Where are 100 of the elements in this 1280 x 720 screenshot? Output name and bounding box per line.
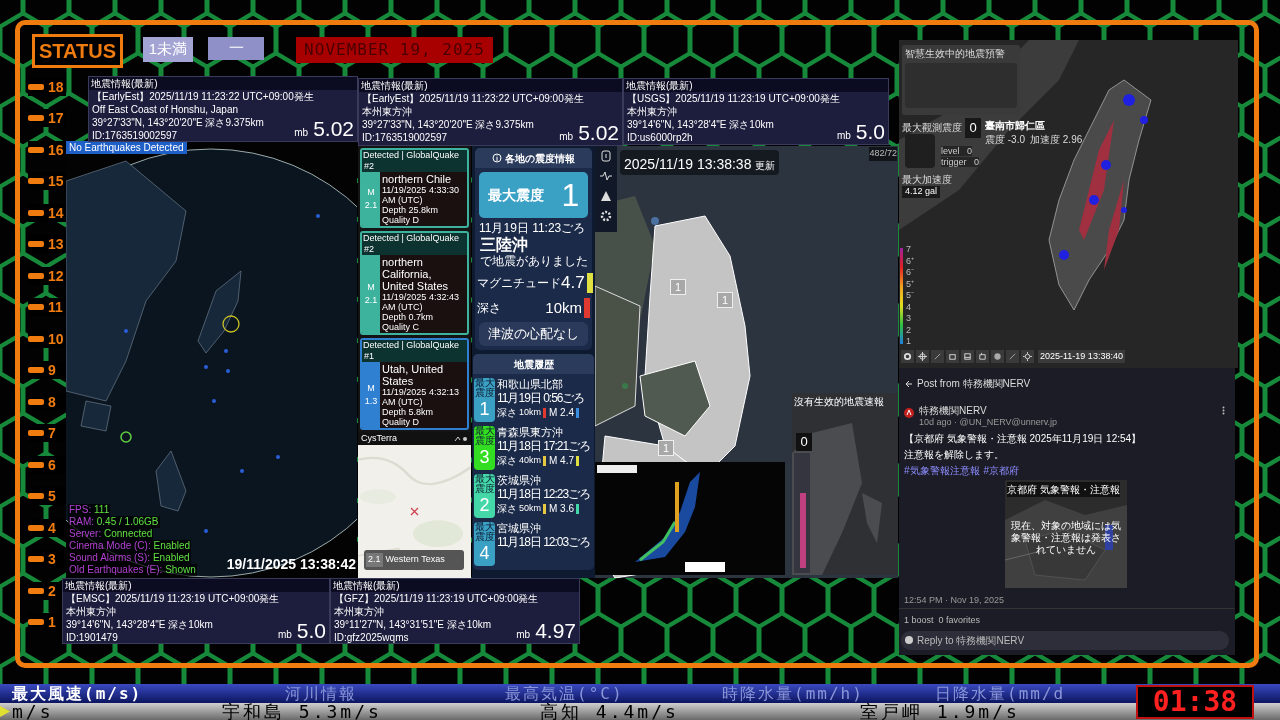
hashtag-link[interactable]: #京都府 [983,463,1020,478]
history-magnitude: M 2.4 [549,406,575,420]
badge-label: 最大震度 [474,378,495,398]
tick-mark [28,115,44,122]
source-line: 【USGS】2025/11/19 11:23:19 UTC+09:00発生 [627,92,840,105]
event-depth: Depth 0.7km [382,312,434,322]
card-title: 智慧生效中的地震預警 [905,48,1006,60]
max-accel-value: 4.12 gal [902,186,941,198]
tick-mark [28,493,44,500]
event-time: 11/19/2025 4:33:30 AM (UTC) [382,185,460,205]
value-label: マグニチュード [477,275,561,292]
tick-mark [28,304,44,311]
panel-button[interactable] [961,350,974,363]
magnitude-unit: mb [836,129,851,143]
post-text: 【京都府 気象警報・注意報 2025年11月19日 12:54】 [904,432,1142,446]
ticker-label: 最大風速(m/s) [12,684,143,703]
slash-button[interactable] [931,350,944,363]
slash-button[interactable] [1006,350,1019,363]
tick-mark [28,430,44,437]
badge-label: 最大震度 [474,522,495,542]
ruler-number: 11 [48,300,63,315]
history-time: 11月18日 12:03ごろ [497,535,592,549]
magnitude-value: 4.97 [535,619,576,643]
post-header: Post from 特務機関NERV [917,377,1031,391]
m-label: M [367,381,375,395]
scale-number: 6⁻ [906,267,914,277]
history-time: 11月18日 12:23ごろ [497,487,592,501]
sun-button[interactable] [1021,350,1034,363]
location-button[interactable] [916,350,929,363]
region-text: Off East Coast of Honshu, Japan [92,103,238,116]
author-handle: 10d ago · @UN_NERV@unnerv.jp [919,416,1057,429]
event-source: Detected | GlobalQuake [362,340,460,351]
sun-icon [1023,352,1032,361]
tick-mark [28,272,44,279]
card-title: 地震情報(最新) [63,579,329,592]
history-magnitude: M 4.7 [549,454,575,468]
favorite-count: 0 favorites [938,614,981,627]
m-label: M [367,185,375,199]
magnitude-unit: mb [277,628,292,642]
history-title: 地震履歴 [473,354,594,374]
event-quality: Quality D [382,215,419,225]
ruler-number: 15 [48,174,64,189]
calendar-button[interactable] [976,350,989,363]
tick-mark [28,618,44,625]
empty-intensity-box [905,134,935,168]
ruler-number: 7 [48,426,56,441]
magnitude-unit: mb [294,126,309,140]
boost-count: 1 boost [904,614,934,627]
tick-mark [28,146,44,153]
event-time: 11月19日 11:23ごろ [478,221,587,235]
window-button[interactable] [946,350,959,363]
tick-mark [28,178,44,185]
reply-field[interactable]: Reply to 特務機関NERV [901,631,1229,650]
card-title: 地震情報(最新) [624,79,888,92]
depth-label: 深さ [497,454,517,468]
max-accel-label: 最大加速度 [902,173,952,187]
image-message: 現在、対象の地域には気象警報・注意報は発表されていません [1010,520,1122,556]
event-time: 11/19/2025 4:32:43 AM (UTC) [382,292,460,312]
scale-number: 4 [906,301,912,312]
event-source: Detected | GlobalQuake [362,233,460,244]
event-id: ID:gfz2025wqms [334,631,409,644]
value-label: 深さ [477,300,502,317]
hashtag-link[interactable]: #気象警報注意報 [904,463,980,478]
post-date: 12:54 PM · Nov 19, 2025 [904,594,1005,607]
coordinates-text: 39°11'27"N, 143°31'51"E 深さ10km [334,618,492,631]
region-text: 本州東方沖 [334,605,384,618]
station-value: 0 [965,118,981,138]
event-rank: #1 [363,351,375,362]
badge-value: 4 [479,542,490,564]
ruler-number: 4 [48,520,56,535]
avatar-icon [904,408,914,418]
source-line: 【EarlyEst】2025/11/19 11:23:22 UTC+09:00発生 [92,90,314,103]
ticker-value: 宇和島 5.3m/s [222,703,382,720]
tick-mark [28,241,44,248]
circle-icon [993,352,1002,361]
ticker-label: 時降水量(mm/h) [722,684,864,703]
region-text: 本州東方沖 [627,105,677,118]
ticker-label: 日降水量(mm/d [935,684,1066,703]
badge-value: 2 [479,494,490,516]
history-place: 茨城県沖 [497,474,542,487]
event-time: 11/19/2025 4:32:13 AM (UTC) [382,387,460,407]
card-title: 地震情報(最新) [331,579,579,592]
event-id: ID:1901479 [66,631,118,644]
tick-mark [28,209,44,216]
event-magnitude: 2.1 [364,199,378,212]
history-depth: 50km [519,501,541,515]
ruler-number: 1 [48,614,56,629]
event-place: northern California, United States [382,256,450,292]
ruler-number: 14 [48,205,64,220]
event-id: ID:us6000rp2h [627,131,693,144]
scale-indicator: 1未満 [143,37,193,62]
event-magnitude: 2.1 [364,294,378,307]
circle-button[interactable] [991,350,1004,363]
magnitude-unit: mb [559,130,574,144]
scale-number: 7 [906,244,912,254]
calendar-icon [978,352,987,361]
more-icon[interactable] [1222,406,1225,415]
timestamp: 2025-11-19 13:38:40 [1038,350,1125,363]
back-arrow-icon[interactable] [905,379,913,388]
ruler-number: 16 [48,142,64,157]
